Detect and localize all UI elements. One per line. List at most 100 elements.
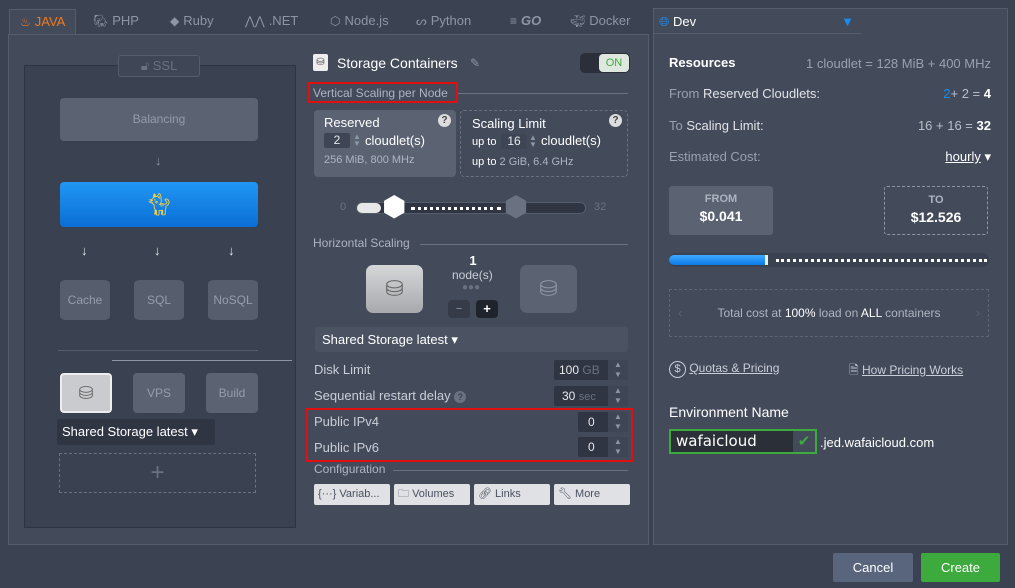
help-icon[interactable]: ? [609, 114, 622, 127]
divider [458, 93, 628, 94]
edit-pencil-icon[interactable]: ✎ [470, 56, 480, 70]
divider [420, 244, 628, 245]
nodes-count: 1 [469, 253, 477, 268]
node-active-icon[interactable]: ⛁ [366, 265, 423, 313]
build-node[interactable]: Build [206, 373, 258, 413]
nosql-node[interactable]: NoSQL [208, 280, 258, 320]
links-button[interactable]: 🔗︎ Links [474, 484, 550, 505]
tomcat-node[interactable]: 🐈︎ [60, 182, 258, 227]
divider [393, 470, 628, 471]
caret-down-icon: ▾ [451, 332, 458, 347]
env-name-label: Environment Name [669, 404, 789, 420]
dollar-icon: $ [669, 361, 686, 378]
spinner-arrows-icon[interactable]: ▲ ▼ [353, 133, 361, 148]
tomcat-icon: 🐈︎ [145, 192, 173, 217]
nodes-label: node(s) [452, 268, 493, 282]
restart-delay-input[interactable]: 30 sec ▲ ▼ [554, 386, 628, 406]
limit-unit: cloudlet(s) [541, 133, 601, 148]
storage-stack-select[interactable]: Shared Storage latest ▾ [57, 419, 215, 445]
tab-go[interactable]: ≡ GO [510, 9, 541, 35]
java-icon: ♨ [20, 15, 31, 29]
caret-down-icon: ▼ [841, 14, 854, 29]
reserved-cloudlets-input[interactable]: 2 [324, 133, 350, 148]
php-icon: 🐘︎ [93, 14, 109, 28]
tab-nodejs[interactable]: ⬡ Node.js [330, 9, 389, 35]
scaling-limit-title: Scaling Limit [472, 116, 546, 131]
variables-button[interactable]: {···} Variab... [314, 484, 390, 505]
help-icon[interactable]: ? [454, 391, 467, 403]
limit-slider-handle[interactable]: ⬢ [501, 193, 531, 221]
spinner-arrows-icon[interactable]: ▲ ▼ [608, 360, 628, 380]
tab-ruby[interactable]: ◆ Ruby [170, 9, 214, 35]
slider-min: 0 [340, 201, 347, 213]
more-button[interactable]: 🔧︎ More [554, 484, 630, 505]
divider [58, 350, 258, 351]
dotnet-icon: ⋀⋀ [245, 14, 265, 28]
docker-icon: 🐳︎ [570, 14, 586, 28]
quotas-pricing-link[interactable]: $ Quotas & Pricing [669, 361, 779, 378]
slider-max: 32 [594, 201, 607, 213]
cost-bar-dots [776, 259, 987, 262]
decrease-nodes-button[interactable]: − [448, 300, 470, 318]
tab-docker[interactable]: 🐳︎ Docker [570, 9, 630, 35]
tab-java[interactable]: ♨ JAVA [9, 9, 77, 35]
arrow-down-icon: ↓ [155, 153, 162, 168]
cancel-button[interactable]: Cancel [833, 553, 913, 582]
estimated-cost-label: Estimated Cost: [669, 149, 761, 164]
chevron-right-icon[interactable]: › [976, 290, 980, 336]
total-cost-box: ‹ Total cost at 100% load on ALL contain… [669, 289, 989, 337]
arrow-down-icon: ↓ [154, 243, 161, 258]
chevron-left-icon[interactable]: ‹ [678, 290, 682, 336]
tab-php[interactable]: 🐘︎ PHP [93, 9, 139, 35]
ssl-button[interactable]: 🔓︎ SSL [118, 55, 200, 77]
env-tab[interactable]: 🌐︎ Dev ▼ [654, 9, 862, 34]
tab-python[interactable]: ᔕ Python [416, 9, 471, 35]
globe-icon: 🌐︎ [659, 14, 670, 29]
node-inactive-icon[interactable]: ⛁ [520, 265, 577, 313]
create-button[interactable]: Create [921, 553, 1000, 582]
spinner-arrows-icon[interactable]: ▲ ▼ [529, 134, 537, 149]
vps-node[interactable]: VPS [133, 373, 185, 413]
configuration-label: Configuration [314, 462, 386, 476]
increase-nodes-button[interactable]: + [476, 300, 498, 318]
slider-range-dots [411, 207, 501, 210]
wrench-icon: 🔧︎ [558, 488, 576, 500]
toggle-on-label: ON [599, 54, 629, 72]
go-icon: ≡ [510, 14, 518, 28]
dots-icon: ●●● [462, 282, 481, 293]
python-icon: ᔕ [416, 14, 427, 28]
reserved-cloudlets-label: From Reserved Cloudlets: [669, 86, 821, 101]
env-domain: .jed.wafaicloud.com [820, 435, 935, 450]
limit-info: up to 2 GiB, 6.4 GHz [472, 156, 574, 168]
reserved-info: 256 MiB, 800 MHz [324, 154, 415, 166]
layer-title: Storage Containers [337, 55, 458, 71]
cost-bar-fill [669, 255, 769, 265]
cost-period-select[interactable]: hourly ▾ [945, 149, 991, 165]
tab-net[interactable]: ⋀⋀ .NET [245, 9, 298, 35]
reserved-slider-handle[interactable]: ⬢ [379, 193, 409, 221]
highlight-box [308, 82, 458, 103]
sql-node[interactable]: SQL [134, 280, 184, 320]
how-pricing-works-link[interactable]: 🗎︎ How Pricing Works [849, 361, 963, 382]
layer-toggle[interactable]: ON [580, 53, 630, 73]
cache-node[interactable]: Cache [60, 280, 110, 320]
check-icon: ✔ [793, 431, 815, 452]
storage-node[interactable]: ⛁ [60, 373, 112, 413]
link-icon: 🔗︎ [478, 488, 496, 500]
caret-down-icon: ▾ [191, 424, 198, 439]
env-name-input[interactable]: wafaicloud ✔ [669, 429, 817, 454]
add-node-button[interactable]: + [59, 453, 256, 493]
limit-cloudlets-input[interactable]: 16 [501, 134, 527, 149]
disk-limit-input[interactable]: 100 GB ▲ ▼ [554, 360, 628, 380]
volumes-button[interactable]: 🗀︎ Volumes [394, 484, 470, 505]
limit-prefix: up to [472, 136, 497, 148]
slider-reserved-fill [357, 203, 382, 213]
document-icon: 🗎︎ [849, 363, 859, 377]
restart-delay-label: Sequential restart delay ? [314, 388, 467, 403]
balancing-node[interactable]: Balancing [60, 98, 258, 141]
stack-version-select[interactable]: Shared Storage latest ▾ [315, 327, 628, 352]
cost-from-box: FROM $0.041 [669, 186, 773, 235]
spinner-arrows-icon[interactable]: ▲ ▼ [608, 386, 628, 406]
horizontal-scaling-label: Horizontal Scaling [313, 236, 410, 250]
help-icon[interactable]: ? [438, 114, 451, 127]
